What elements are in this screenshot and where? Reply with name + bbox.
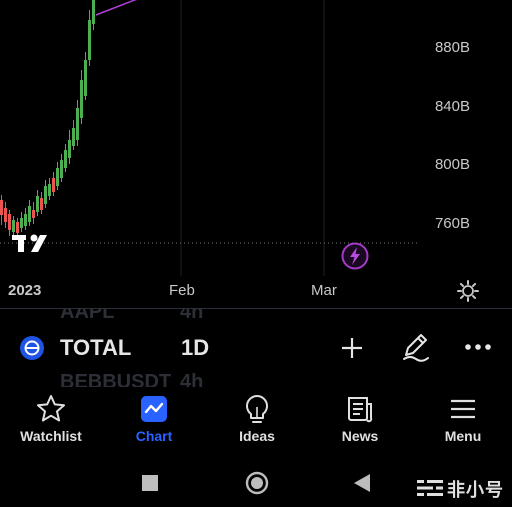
nav-label: Chart: [135, 428, 173, 444]
next-symbol-ghost: BEBBUSDT: [60, 371, 172, 387]
prev-symbol-ghost: AAPL: [60, 309, 115, 323]
candle-body: [44, 186, 47, 204]
symbol-logo-icon: [20, 336, 44, 360]
watermark-text: 非小号: [447, 480, 504, 500]
drawing-pen-icon[interactable]: [400, 331, 432, 363]
time-axis-label: Feb: [169, 282, 195, 299]
next-interval-ghost: 4h: [180, 371, 204, 387]
watermark-logo-icon: [417, 480, 443, 496]
time-axis-label: Mar: [311, 282, 337, 299]
add-plus-icon[interactable]: [340, 336, 364, 360]
chart-settings-gear-icon[interactable]: [456, 279, 480, 303]
candle-body: [92, 0, 95, 24]
candle-body: [52, 178, 55, 192]
nav-chart[interactable]: Chart: [104, 387, 204, 454]
nav-watchlist[interactable]: Watchlist: [1, 387, 101, 454]
tradingview-logo: [12, 234, 47, 252]
lightbulb-icon: [246, 395, 268, 423]
prev-interval-ghost: 4h: [180, 309, 204, 323]
candle-body: [32, 210, 35, 218]
back-triangle-icon[interactable]: [354, 474, 370, 492]
nav-news[interactable]: News: [310, 387, 410, 454]
candle-body: [40, 198, 43, 210]
more-options-icon[interactable]: [464, 342, 492, 352]
candle-body: [48, 184, 51, 196]
candle-body: [64, 150, 67, 168]
candle-body: [0, 200, 3, 215]
chart-area[interactable]: 880B 840B 800B 760B 2023 Feb Mar: [0, 0, 512, 308]
time-axis-label: 2023: [8, 282, 42, 299]
newspaper-icon: [348, 397, 373, 423]
bottom-navigation: Watchlist Chart Ideas News Menu: [0, 387, 512, 454]
candle-body: [88, 20, 91, 60]
interval-selector[interactable]: 1D: [181, 335, 209, 361]
price-axis-label: 800B: [434, 156, 470, 173]
symbol-name[interactable]: TOTAL: [60, 335, 131, 361]
price-axis-label: 880B: [434, 39, 470, 56]
candle-body: [28, 206, 31, 222]
candle-body: [16, 222, 19, 233]
symbol-bar[interactable]: AAPL 4h TOTAL 1D BEBBUSDT 4h: [0, 309, 512, 387]
candle-body: [36, 196, 39, 212]
candle-body: [76, 108, 79, 140]
candle-body: [84, 60, 87, 96]
candle-body: [12, 220, 15, 232]
nav-menu[interactable]: Menu: [413, 387, 512, 454]
nav-label: News: [341, 428, 379, 444]
nav-label: Menu: [444, 428, 482, 444]
candle-body: [72, 128, 75, 146]
price-axis-label: 840B: [434, 98, 470, 115]
candle-body: [4, 208, 7, 222]
nav-ideas[interactable]: Ideas: [207, 387, 307, 454]
candle-body: [68, 140, 71, 158]
recents-square-icon[interactable]: [142, 475, 158, 491]
nav-label: Ideas: [239, 428, 275, 444]
lightning-icon[interactable]: [340, 241, 370, 271]
star-icon: [37, 395, 65, 422]
trend-line: [95, 0, 137, 16]
home-circle-icon[interactable]: [245, 471, 269, 495]
price-axis-label: 760B: [434, 215, 470, 232]
chart-icon: [141, 396, 167, 422]
candle-body: [80, 80, 83, 118]
candle-body: [8, 214, 11, 230]
candle-body: [60, 160, 63, 178]
candle-body: [20, 218, 23, 228]
nav-label: Watchlist: [20, 428, 82, 444]
candle-body: [56, 168, 59, 186]
candle-body: [24, 214, 27, 226]
menu-icon: [451, 399, 475, 419]
